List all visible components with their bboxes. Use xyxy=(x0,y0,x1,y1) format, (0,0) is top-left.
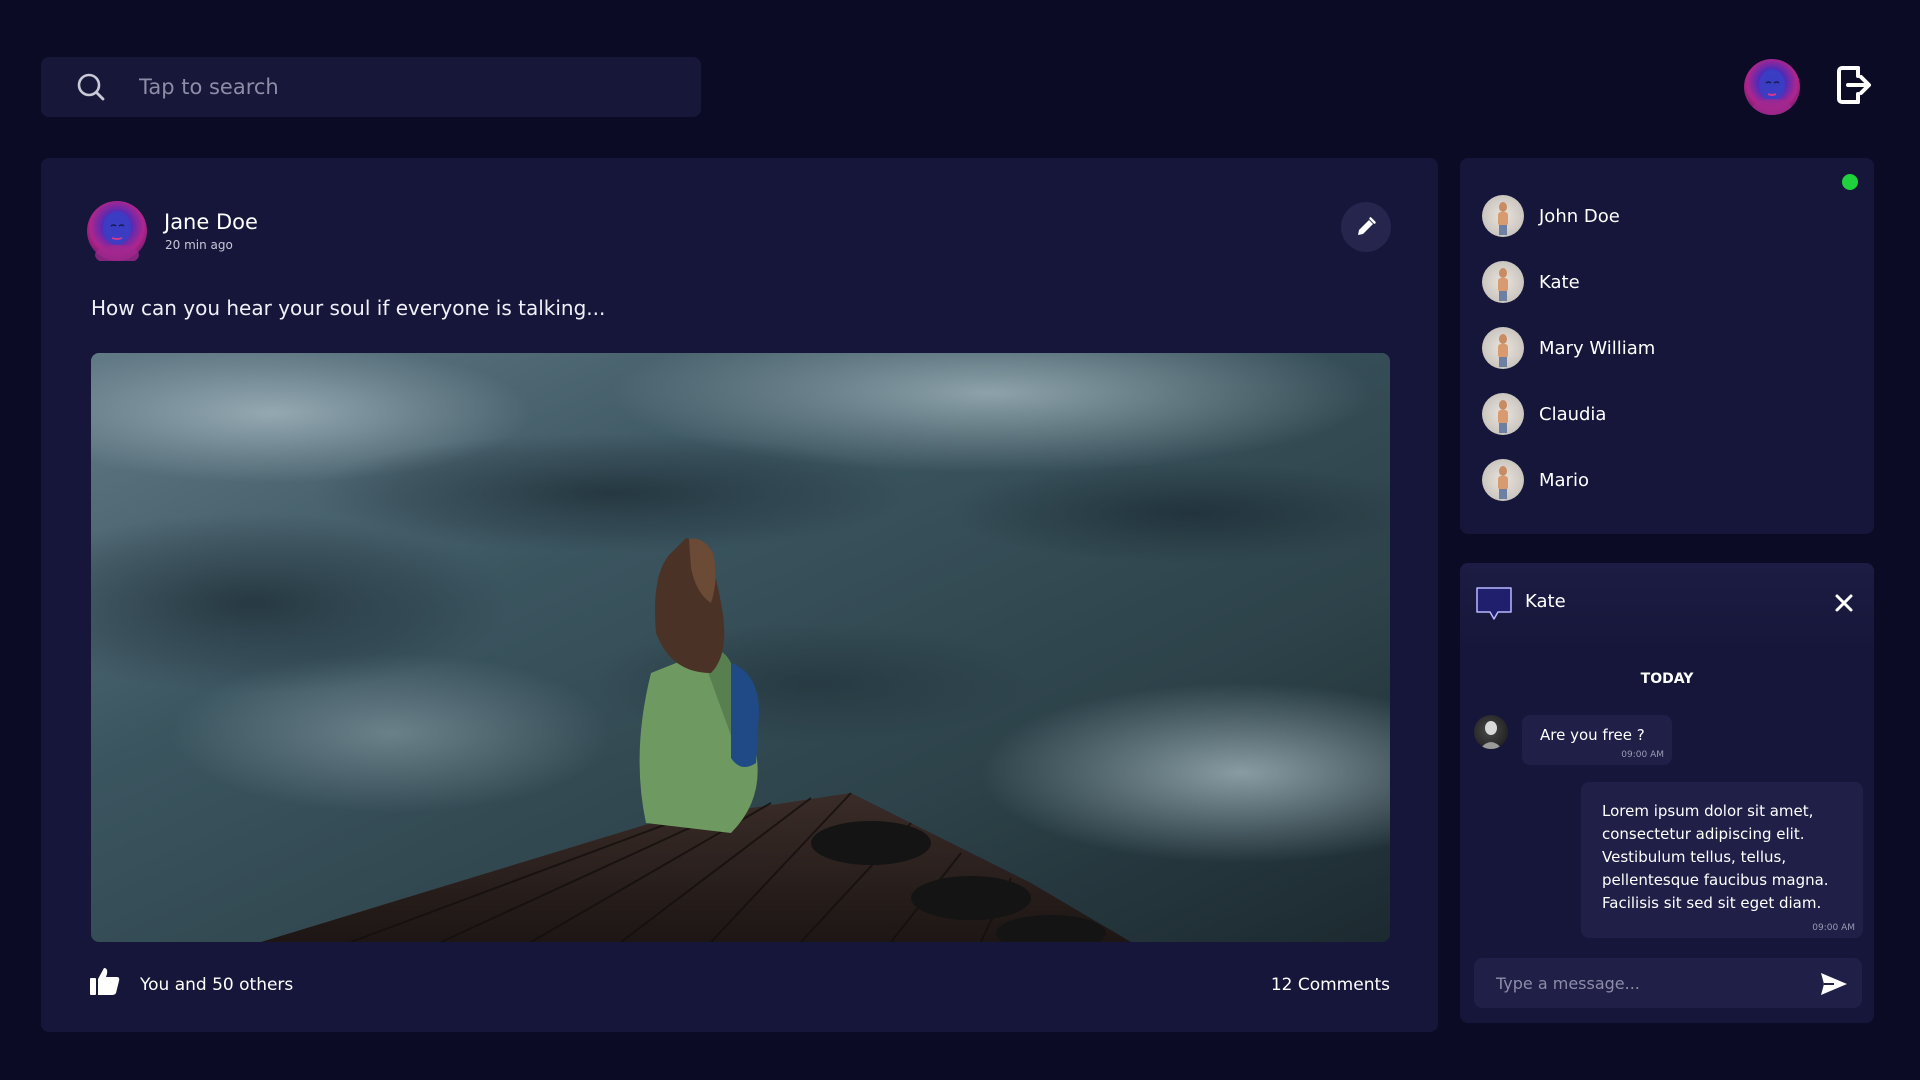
likes-count[interactable]: You and 50 others xyxy=(140,975,293,995)
logout-icon[interactable] xyxy=(1834,62,1876,108)
author-avatar[interactable] xyxy=(87,201,147,265)
avatar-face xyxy=(1752,69,1792,115)
pencil-icon xyxy=(1358,217,1376,235)
chat-day-divider: TODAY xyxy=(1640,671,1694,687)
post-timestamp: 20 min ago xyxy=(165,238,233,252)
edit-button[interactable] xyxy=(1341,202,1391,252)
contact-name: Claudia xyxy=(1539,403,1607,425)
message-text: Are you free ? xyxy=(1540,726,1645,744)
post-text: How can you hear your soul if everyone i… xyxy=(91,296,606,320)
contact-item[interactable]: Mary William xyxy=(1482,325,1822,371)
message-incoming: Are you free ? 09:00 AM xyxy=(1522,715,1672,765)
contact-avatar xyxy=(1482,261,1524,303)
message-time: 09:00 AM xyxy=(1621,750,1664,760)
post-image[interactable] xyxy=(91,353,1390,942)
message-avatar xyxy=(1474,715,1508,749)
message-outgoing: Lorem ipsum dolor sit amet, consectetur … xyxy=(1581,782,1863,938)
contact-name: Mario xyxy=(1539,469,1589,491)
contact-avatar xyxy=(1482,195,1524,237)
message-time: 09:00 AM xyxy=(1812,923,1855,933)
thumbs-up-icon[interactable] xyxy=(89,966,121,996)
comments-count[interactable]: 12 Comments xyxy=(1271,975,1390,995)
close-icon[interactable] xyxy=(1834,593,1854,613)
message-input[interactable] xyxy=(1496,958,1796,1008)
contact-avatar xyxy=(1482,327,1524,369)
message-composer xyxy=(1474,958,1862,1008)
contact-name: Kate xyxy=(1539,271,1580,293)
online-status-dot xyxy=(1842,174,1858,190)
search-icon xyxy=(77,73,105,101)
contact-name: Mary William xyxy=(1539,337,1656,359)
contacts-panel: John Doe Kate Mary William Claudia Mario xyxy=(1460,158,1874,534)
chat-contact-name: Kate xyxy=(1525,591,1566,612)
contact-item[interactable]: Mario xyxy=(1482,457,1822,503)
search-input[interactable] xyxy=(139,57,679,117)
contact-item[interactable]: Kate xyxy=(1482,259,1822,305)
contact-avatar xyxy=(1482,393,1524,435)
author-avatar-face xyxy=(95,211,139,265)
chat-bubble-icon xyxy=(1476,587,1512,620)
avatar[interactable] xyxy=(1744,59,1800,115)
chat-header: Kate xyxy=(1460,563,1874,643)
search-bar[interactable] xyxy=(41,57,701,117)
send-icon[interactable] xyxy=(1820,972,1848,996)
contact-avatar xyxy=(1482,459,1524,501)
chat-panel: Kate TODAY Are you free ? 09:00 AM Lorem… xyxy=(1460,563,1874,1023)
contact-item[interactable]: Claudia xyxy=(1482,391,1822,437)
contact-name: John Doe xyxy=(1539,205,1620,227)
post-card: Jane Doe 20 min ago How can you hear you… xyxy=(41,158,1438,1032)
message-text: Lorem ipsum dolor sit amet, consectetur … xyxy=(1602,802,1829,912)
author-name[interactable]: Jane Doe xyxy=(164,210,258,234)
contact-item[interactable]: John Doe xyxy=(1482,193,1822,239)
